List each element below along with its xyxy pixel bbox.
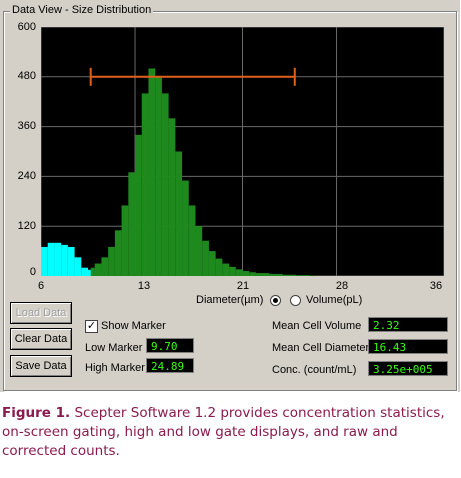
y-tick-label: 0 bbox=[29, 266, 36, 278]
histogram-bar-low bbox=[61, 244, 68, 276]
mean-cell-volume-value: 2.32 bbox=[368, 317, 448, 332]
histogram-bar bbox=[161, 93, 169, 276]
x-tick-label: 28 bbox=[335, 280, 349, 292]
histogram-bar bbox=[208, 251, 216, 276]
y-tick-label: 600 bbox=[17, 21, 36, 33]
x-tick-label: 13 bbox=[137, 280, 151, 292]
show-marker-label: Show Marker bbox=[101, 320, 166, 332]
y-tick-label: 360 bbox=[17, 120, 36, 132]
low-marker-label: Low Marker bbox=[85, 342, 143, 354]
y-tick-label: 480 bbox=[17, 70, 36, 82]
histogram-bar bbox=[242, 271, 250, 276]
histogram-bar bbox=[121, 205, 129, 276]
histogram-bar bbox=[128, 172, 136, 276]
show-marker-checkbox[interactable]: ✓ bbox=[85, 320, 98, 333]
histogram-bar bbox=[168, 118, 176, 276]
volume-radio[interactable] bbox=[290, 295, 301, 306]
low-marker-field[interactable]: 9.70 bbox=[146, 338, 194, 353]
histogram-bar-low bbox=[54, 242, 62, 276]
histogram-bar bbox=[108, 246, 115, 276]
figure-caption: Figure 1. Scepter Software 1.2 provides … bbox=[2, 404, 457, 461]
x-tick-label: 6 bbox=[37, 280, 45, 292]
histogram-bar bbox=[101, 257, 109, 276]
histogram-svg bbox=[41, 27, 444, 276]
histogram-bar bbox=[141, 93, 149, 276]
x-tick-label: 21 bbox=[236, 280, 250, 292]
histogram-bar bbox=[182, 180, 189, 276]
histogram-bar bbox=[222, 263, 230, 276]
histogram-bar-low bbox=[74, 257, 82, 276]
histogram-bar bbox=[195, 226, 203, 276]
histogram-bar-low bbox=[41, 246, 48, 276]
histogram-bar bbox=[282, 274, 297, 276]
caption-lead: Figure 1. bbox=[2, 405, 71, 421]
high-marker-field[interactable]: 24.89 bbox=[146, 358, 194, 373]
mean-cell-diameter-value: 16.43 bbox=[368, 339, 448, 354]
histogram-bar bbox=[148, 68, 156, 276]
histogram-bar bbox=[235, 269, 243, 276]
diameter-radio-label: Diameter(µm) bbox=[196, 294, 264, 306]
histogram-bar bbox=[215, 258, 223, 276]
histogram-bar-low bbox=[47, 242, 55, 276]
histogram-bar-low bbox=[67, 246, 75, 276]
histogram-bar bbox=[94, 263, 102, 276]
histogram-bar bbox=[155, 76, 162, 276]
high-marker-label: High Marker bbox=[85, 362, 145, 374]
histogram-bar bbox=[114, 230, 122, 276]
app-window: Data View - Size Distribution 600 480 36… bbox=[0, 0, 460, 392]
y-tick-label: 240 bbox=[17, 170, 36, 182]
histogram-bar bbox=[135, 134, 142, 276]
diameter-radio[interactable] bbox=[270, 295, 281, 306]
histogram-bar bbox=[175, 151, 183, 276]
histogram-bar bbox=[229, 266, 236, 276]
clear-data-button[interactable]: Clear Data bbox=[10, 328, 72, 350]
mean-cell-diameter-label: Mean Cell Diameter bbox=[272, 342, 370, 354]
volume-radio-label: Volume(pL) bbox=[306, 294, 363, 306]
histogram-plot[interactable] bbox=[41, 27, 444, 276]
save-data-button[interactable]: Save Data bbox=[10, 355, 72, 377]
y-tick-label: 120 bbox=[17, 220, 36, 232]
histogram-bar bbox=[202, 240, 209, 276]
histogram-bar-low bbox=[81, 267, 89, 276]
concentration-label: Conc. (count/mL) bbox=[272, 364, 357, 376]
x-tick-label: 36 bbox=[429, 280, 443, 292]
histogram-bar bbox=[296, 275, 310, 276]
histogram-bar bbox=[249, 272, 256, 276]
group-title: Data View - Size Distribution bbox=[10, 4, 154, 16]
histogram-bar bbox=[269, 273, 283, 276]
load-data-button[interactable]: Load Data bbox=[10, 302, 72, 324]
histogram-bar bbox=[188, 205, 196, 276]
concentration-value: 3.25e+005 bbox=[368, 361, 448, 376]
histogram-bar bbox=[255, 273, 270, 276]
mean-cell-volume-label: Mean Cell Volume bbox=[272, 320, 362, 332]
histogram-bar bbox=[90, 267, 95, 276]
